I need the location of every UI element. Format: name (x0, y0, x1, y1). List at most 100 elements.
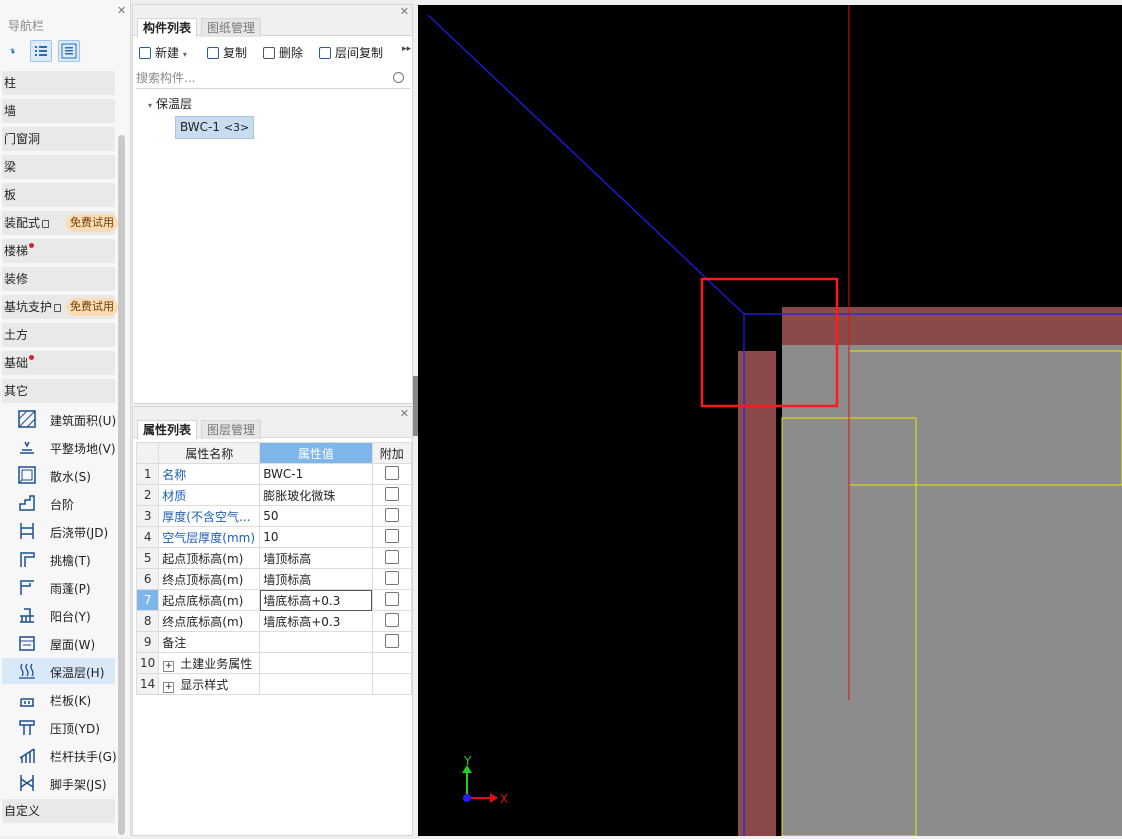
attach-checkbox[interactable] (384, 633, 399, 648)
copy-icon (207, 47, 219, 59)
header-attach: 附加 (371, 442, 412, 464)
nav-item-canopy[interactable]: 雨蓬(P) (2, 574, 115, 600)
table-row[interactable]: 9 备注 (135, 631, 412, 653)
attach-checkbox[interactable] (384, 507, 399, 522)
attach-checkbox[interactable] (384, 591, 399, 606)
nav-item-building-area[interactable]: 建筑面积(U) (2, 406, 116, 432)
balcony-icon (20, 608, 34, 623)
header-property-name: 属性名称 (158, 442, 261, 464)
table-row[interactable]: 7 起点底标高(m) 墙底标高+0.3 (135, 589, 412, 611)
table-row[interactable]: 2 材质 膨胀玻化微珠 (135, 484, 412, 506)
nav-category-custom[interactable]: 自定义 (2, 799, 115, 823)
free-trial-badge[interactable]: 免费试用 (66, 298, 118, 316)
nav-category-others[interactable]: 其它 (2, 379, 115, 403)
toolbar-more-icon[interactable]: ▸▸ (402, 44, 411, 64)
nav-item-balcony[interactable]: 阳台(Y) (2, 602, 115, 628)
nav-category-foundation[interactable]: 基础 (2, 351, 115, 375)
dropdown-arrow-icon[interactable]: ▾ (183, 50, 187, 59)
nav-item-label: 平整场地(V) (50, 442, 116, 456)
nav-detail-view-icon[interactable] (58, 40, 80, 62)
drawing-canvas[interactable]: Y X (418, 5, 1122, 837)
nav-list-view-icon[interactable] (30, 40, 52, 62)
property-value[interactable]: 50 (259, 505, 373, 527)
new-button[interactable]: 新建 ▾ (139, 44, 187, 64)
row-number: 14 (135, 673, 160, 695)
nav-scrollbar[interactable] (118, 135, 125, 835)
search-input[interactable]: 搜索构件... (136, 68, 410, 89)
property-value (259, 652, 373, 674)
attach-checkbox[interactable] (384, 549, 399, 564)
nav-category-beam[interactable]: 梁 (2, 155, 115, 179)
wall-top[interactable] (782, 307, 1122, 345)
table-row[interactable]: 8 终点底标高(m) 墙底标高+0.3 (135, 610, 412, 632)
new-label: 新建 (155, 46, 180, 60)
tab-drawing-management[interactable]: 图纸管理 (201, 18, 262, 37)
table-row[interactable]: 14 + 显示样式 (135, 673, 412, 695)
post-pour-strip-icon (20, 523, 34, 539)
attach-checkbox[interactable] (384, 528, 399, 543)
property-value[interactable]: 墙顶标高 (259, 568, 373, 590)
nav-item-steps[interactable]: 台阶 (2, 490, 115, 516)
delete-button[interactable]: 删除 (263, 44, 303, 64)
table-row[interactable]: 3 厚度(不含空气... 50 (135, 505, 412, 527)
attach-checkbox[interactable] (384, 570, 399, 585)
search-placeholder: 搜索构件... (136, 71, 196, 85)
nav-category-slab[interactable]: 板 (2, 183, 115, 207)
building-area-icon (18, 410, 36, 428)
floor-copy-button[interactable]: 层间复制 (319, 44, 383, 64)
property-value-editing[interactable]: 墙底标高+0.3 (259, 589, 373, 611)
table-row[interactable]: 10 + 土建业务属性 (135, 652, 412, 674)
nav-item-site-leveling[interactable]: 平整场地(V) (2, 434, 116, 460)
nav-item-coping[interactable]: 压顶(YD) (2, 714, 115, 740)
nav-item-label: 屋面(W) (50, 638, 96, 652)
nav-category-openings[interactable]: 门窗洞 (2, 127, 115, 151)
panel-close-icon[interactable]: ✕ (400, 407, 409, 420)
nav-item-cornice[interactable]: 挑檐(T) (2, 546, 115, 572)
table-row[interactable]: 1 名称 BWC-1 (135, 463, 412, 485)
tree-group-insulation[interactable]: ▾ 保温层 (148, 95, 192, 112)
nav-item-roof[interactable]: 屋面(W) (2, 630, 115, 656)
nav-category-decoration[interactable]: 装修 (2, 267, 115, 291)
property-tabs: 属性列表 图层管理 ✕ (133, 407, 412, 440)
nav-item-apron[interactable]: 散水(S) (2, 462, 115, 488)
parapet-icon (20, 698, 34, 707)
attach-checkbox[interactable] (384, 612, 399, 627)
nav-category-earthwork[interactable]: 土方 (2, 323, 115, 347)
panel-close-icon[interactable]: ✕ (400, 5, 409, 18)
property-value[interactable]: 膨胀玻化微珠 (259, 484, 373, 506)
tab-component-list[interactable]: 构件列表 (137, 18, 198, 38)
nav-category-column[interactable]: 柱 (2, 71, 115, 95)
nav-category-stairs[interactable]: 楼梯 (2, 239, 115, 263)
nav-item-insulation[interactable]: 保温层(H) (2, 658, 115, 684)
category-label: 梁 (4, 160, 17, 174)
copy-button[interactable]: 复制 (207, 44, 247, 64)
nav-category-pit-support[interactable]: 基坑支护 免费试用 (2, 295, 118, 319)
tree-item-bwc-1[interactable]: BWC-1 <3> (175, 116, 255, 139)
table-row[interactable]: 5 起点顶标高(m) 墙顶标高 (135, 547, 412, 569)
property-value[interactable]: 墙顶标高 (259, 547, 373, 569)
property-value[interactable]: BWC-1 (259, 463, 373, 485)
free-trial-badge[interactable]: 免费试用 (66, 214, 118, 232)
table-row[interactable]: 4 空气层厚度(mm) 10 (135, 526, 412, 548)
property-value[interactable]: 墙底标高+0.3 (259, 610, 373, 632)
nav-category-wall[interactable]: 墙 (2, 99, 115, 123)
property-value[interactable]: 10 (259, 526, 373, 548)
tab-layer-management[interactable]: 图层管理 (201, 420, 262, 439)
nav-close-icon[interactable]: ✕ (117, 4, 126, 17)
nav-item-label: 栏板(K) (50, 694, 92, 708)
tab-property-list[interactable]: 属性列表 (137, 420, 198, 440)
nav-category-prefab[interactable]: 装配式 免费试用 (2, 211, 118, 235)
table-row[interactable]: 6 终点顶标高(m) 墙顶标高 (135, 568, 412, 590)
nav-item-parapet[interactable]: 栏板(K) (2, 686, 115, 712)
nav-item-scaffold[interactable]: 脚手架(JS) (2, 770, 115, 796)
expand-plus-icon[interactable]: + (163, 681, 175, 693)
expand-plus-icon[interactable]: + (163, 660, 175, 672)
property-value[interactable] (259, 631, 373, 653)
attach-checkbox[interactable] (384, 486, 399, 501)
attach-checkbox[interactable] (384, 465, 399, 480)
nav-expand-icon[interactable]: ⁺ (4, 40, 26, 62)
nav-item-railing[interactable]: 栏杆扶手(G) (2, 742, 117, 768)
nav-item-post-pour-strip[interactable]: 后浇带(JD) (2, 518, 115, 544)
slab-region[interactable] (782, 345, 1122, 836)
collapse-icon[interactable]: ▾ (148, 101, 152, 110)
